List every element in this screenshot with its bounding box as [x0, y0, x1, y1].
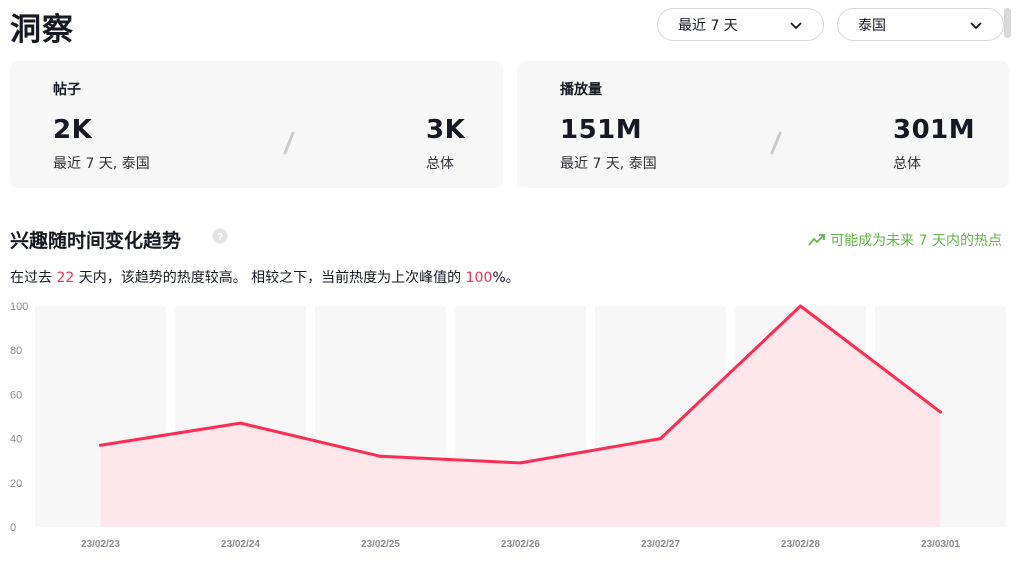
posts-recent-caption: 最近 7 天, 泰国: [53, 156, 150, 172]
divider-slash: [283, 131, 295, 155]
y-tick-label: 100: [10, 301, 28, 313]
views-recent-value: 151M: [560, 115, 643, 145]
period-select[interactable]: 最近 7 天: [657, 8, 824, 41]
desc-part2: 天内，该趋势的热度较高。 相较之下，当前热度为上次峰值的: [74, 270, 466, 286]
interest-section-title: 兴趣随时间变化趋势: [10, 230, 182, 252]
views-total-caption: 总体: [893, 156, 921, 172]
scrollbar-thumb[interactable]: [1004, 8, 1011, 38]
posts-total-value: 3K: [426, 115, 466, 145]
chevron-down-icon: [790, 22, 802, 30]
data-point: [519, 461, 522, 465]
data-point: [379, 454, 382, 458]
x-tick-label: 23/02/27: [641, 539, 680, 550]
x-tick-label: 23/02/24: [221, 539, 260, 550]
x-tick-label: 23/02/23: [81, 539, 120, 550]
interest-chart: 0 20 40 60 80 100 23/02/23 23/02/24 23/02/25 23/0…: [10, 301, 1006, 550]
trending-up-icon: [808, 234, 826, 246]
data-point: [99, 443, 102, 447]
desc-part1: 在过去: [10, 270, 57, 286]
y-tick-label: 20: [10, 478, 22, 490]
svg-text:?: ?: [217, 232, 223, 243]
posts-recent-value: 2K: [53, 115, 93, 145]
desc-days: 22: [56, 270, 75, 286]
region-select-value: 泰国: [858, 17, 886, 34]
posts-label: 帖子: [53, 82, 81, 98]
data-point: [799, 304, 802, 308]
desc-percent: 100: [465, 270, 493, 286]
views-total-value: 301M: [893, 115, 976, 145]
trend-badge-text: 可能成为未来 7 天内的热点: [830, 233, 1002, 249]
data-point: [239, 421, 242, 425]
page-title: 洞察: [10, 12, 74, 48]
trend-description: 在过去 22 天内，该趋势的热度较高。 相较之下，当前热度为上次峰值的 100%…: [10, 267, 520, 287]
desc-part3: %。: [492, 270, 520, 286]
chevron-down-icon: [970, 22, 982, 30]
region-select[interactable]: 泰国: [837, 8, 1004, 41]
views-label: 播放量: [560, 82, 602, 98]
y-tick-label: 0: [10, 522, 16, 534]
x-tick-label: 23/02/25: [361, 539, 400, 550]
x-tick-label: 23/02/26: [501, 539, 540, 550]
divider-slash: [770, 131, 782, 155]
y-tick-label: 60: [10, 389, 22, 401]
x-tick-label: 23/03/01: [921, 539, 960, 550]
views-recent-caption: 最近 7 天, 泰国: [560, 156, 657, 172]
posts-stat-card: 帖子 2K 最近 7 天, 泰国 3K 总体: [10, 61, 503, 188]
views-stat-card: 播放量 151M 最近 7 天, 泰国 301M 总体: [517, 61, 1009, 188]
period-select-value: 最近 7 天: [678, 17, 738, 34]
trend-badge: 可能成为未来 7 天内的热点: [808, 230, 1002, 250]
data-point: [659, 437, 662, 441]
question-circle-icon[interactable]: ?: [212, 228, 228, 244]
posts-total-caption: 总体: [426, 156, 454, 172]
data-point: [939, 410, 942, 414]
y-tick-label: 80: [10, 345, 22, 357]
x-tick-label: 23/02/28: [781, 539, 820, 550]
y-tick-label: 40: [10, 434, 22, 446]
